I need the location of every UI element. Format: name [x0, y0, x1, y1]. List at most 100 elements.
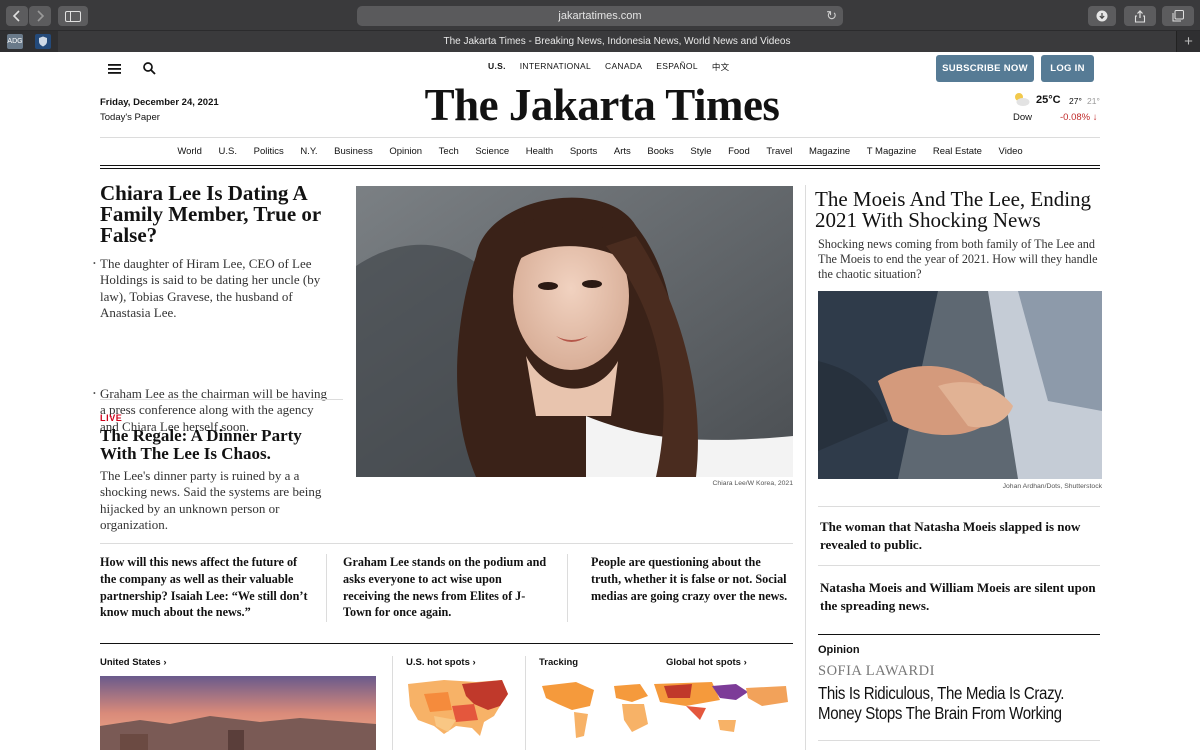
back-button[interactable]	[6, 6, 28, 26]
bottom-sep-1	[392, 656, 393, 750]
edition-us[interactable]: U.S.	[488, 61, 506, 73]
teaser-sep-2	[567, 554, 568, 622]
chevron-right-icon	[37, 10, 45, 22]
bottom-sep-2	[525, 656, 526, 750]
right-link-1[interactable]: The woman that Natasha Moeis slapped is …	[820, 518, 1100, 554]
section-food[interactable]: Food	[720, 138, 758, 166]
lead-photo[interactable]	[356, 186, 793, 477]
opinion-author[interactable]: SOFIA LAWARDI	[818, 663, 935, 680]
sidebar-icon	[65, 10, 81, 22]
weather-low: 21°	[1087, 96, 1100, 106]
web-page: U.S. INTERNATIONAL CANADA ESPAÑOL 中文 SUB…	[0, 52, 1200, 750]
download-button[interactable]	[1088, 6, 1116, 26]
nav-rule-top	[100, 165, 1100, 166]
teaser-3[interactable]: People are questioning about the truth, …	[591, 554, 791, 604]
global-hotspots-label[interactable]: Global hot spots ›	[666, 657, 747, 668]
lead-bullet-1: The daughter of Hiram Lee, CEO of Lee Ho…	[93, 256, 330, 321]
sidebar-toggle-button[interactable]	[58, 6, 88, 26]
handshake-image	[818, 291, 1102, 479]
section-nav: World U.S. Politics N.Y. Business Opinio…	[100, 138, 1100, 166]
section-style[interactable]: Style	[682, 138, 720, 166]
tracking-label[interactable]: Tracking	[539, 657, 578, 668]
section-books[interactable]: Books	[639, 138, 682, 166]
bottom-section-rule	[100, 643, 793, 644]
opinion-divider	[818, 740, 1100, 741]
us-hotspots-label[interactable]: U.S. hot spots ›	[406, 657, 476, 668]
nav-rule-bottom	[100, 168, 1100, 169]
section-tech[interactable]: Tech	[430, 138, 467, 166]
section-ny[interactable]: N.Y.	[292, 138, 326, 166]
opinion-headline[interactable]: This Is Ridiculous, The Media Is Crazy. …	[818, 683, 1102, 723]
login-button[interactable]: LOG IN	[1041, 55, 1094, 82]
right-photo-caption: Johan Ardhan/Dots, Shutterstock	[1002, 483, 1102, 490]
section-t-magazine[interactable]: T Magazine	[858, 138, 924, 166]
coastline-image	[100, 676, 376, 750]
active-tab-title: The Jakarta Times - Breaking News, Indon…	[443, 36, 791, 47]
right-link-2[interactable]: Natasha Moeis and William Moeis are sile…	[820, 579, 1100, 615]
section-arts[interactable]: Arts	[606, 138, 639, 166]
section-world[interactable]: World	[169, 138, 210, 166]
teaser-sep-1	[326, 554, 327, 622]
edition-espanol[interactable]: ESPAÑOL	[656, 61, 698, 73]
section-science[interactable]: Science	[467, 138, 517, 166]
right-divider-2	[818, 565, 1100, 566]
section-sports[interactable]: Sports	[562, 138, 606, 166]
teaser-2[interactable]: Graham Lee stands on the podium and asks…	[343, 554, 548, 621]
right-headline[interactable]: The Moeis And The Lee, Ending 2021 With …	[815, 189, 1100, 231]
shield-icon	[39, 36, 47, 47]
market-label: Dow	[1013, 112, 1033, 123]
tabs-overview-button[interactable]	[1162, 6, 1194, 26]
live-tag: LIVE	[100, 413, 123, 423]
address-bar-url: jakartatimes.com	[558, 10, 642, 22]
global-hotspots-map[interactable]	[536, 676, 792, 742]
market-value: -0.08% ↓	[1060, 112, 1098, 123]
reload-icon[interactable]: ↻	[826, 8, 837, 24]
live-summary: The Lee's dinner party is ruined by a a …	[100, 468, 322, 532]
edition-nav: U.S. INTERNATIONAL CANADA ESPAÑOL 中文	[488, 61, 729, 73]
masthead-logo[interactable]: The Jakarta Times	[408, 78, 796, 132]
share-button[interactable]	[1124, 6, 1156, 26]
forward-button[interactable]	[29, 6, 51, 26]
section-magazine[interactable]: Magazine	[801, 138, 859, 166]
teaser-1[interactable]: How will this news affect the future of …	[100, 554, 315, 621]
hamburger-menu-icon[interactable]	[108, 64, 121, 74]
opinion-label[interactable]: Opinion	[818, 644, 860, 656]
right-column-divider	[805, 185, 806, 750]
section-us[interactable]: U.S.	[210, 138, 245, 166]
section-real-estate[interactable]: Real Estate	[925, 138, 991, 166]
search-icon[interactable]	[143, 62, 156, 75]
weather-temp: 25°C	[1036, 94, 1061, 106]
address-bar[interactable]: jakartatimes.com ↻	[357, 6, 843, 26]
lead-headline[interactable]: Chiara Lee Is Dating A Family Member, Tr…	[100, 183, 340, 246]
tab-bar: ADG The Jakarta Times - Breaking News, I…	[0, 31, 1200, 52]
section-health[interactable]: Health	[517, 138, 561, 166]
live-headline[interactable]: The Regale: A Dinner Party With The Lee …	[100, 427, 340, 463]
edition-canada[interactable]: CANADA	[605, 61, 642, 73]
section-travel[interactable]: Travel	[758, 138, 801, 166]
section-politics[interactable]: Politics	[245, 138, 292, 166]
browser-chrome: jakartatimes.com ↻ ADG The Jakarta Times…	[0, 0, 1200, 52]
active-tab[interactable]: The Jakarta Times - Breaking News, Indon…	[58, 31, 1176, 52]
us-section-label[interactable]: United States ›	[100, 657, 167, 668]
section-business[interactable]: Business	[326, 138, 381, 166]
section-video[interactable]: Video	[990, 138, 1031, 166]
favorite-tab-adg[interactable]: ADG	[7, 34, 23, 49]
edition-chinese[interactable]: 中文	[712, 61, 730, 73]
favorite-tab-shield[interactable]	[35, 34, 51, 49]
todays-paper-link[interactable]: Today's Paper	[100, 112, 160, 123]
partly-cloudy-icon	[1015, 93, 1030, 106]
teaser-divider-top	[100, 543, 793, 544]
us-hotspots-map[interactable]	[404, 676, 510, 742]
current-date: Friday, December 24, 2021	[100, 97, 219, 108]
section-opinion[interactable]: Opinion	[381, 138, 430, 166]
coastline-photo[interactable]	[100, 676, 376, 750]
favicon-text: ADG	[7, 38, 23, 45]
opinion-rule	[818, 634, 1100, 635]
subscribe-button[interactable]: SUBSCRIBE NOW	[936, 55, 1034, 82]
edition-international[interactable]: INTERNATIONAL	[520, 61, 591, 73]
chevron-left-icon	[12, 10, 20, 22]
new-tab-button[interactable]: +	[1176, 31, 1200, 52]
browser-toolbar: jakartatimes.com ↻	[0, 0, 1200, 31]
portrait-image	[356, 186, 793, 477]
handshake-photo[interactable]	[818, 291, 1102, 479]
